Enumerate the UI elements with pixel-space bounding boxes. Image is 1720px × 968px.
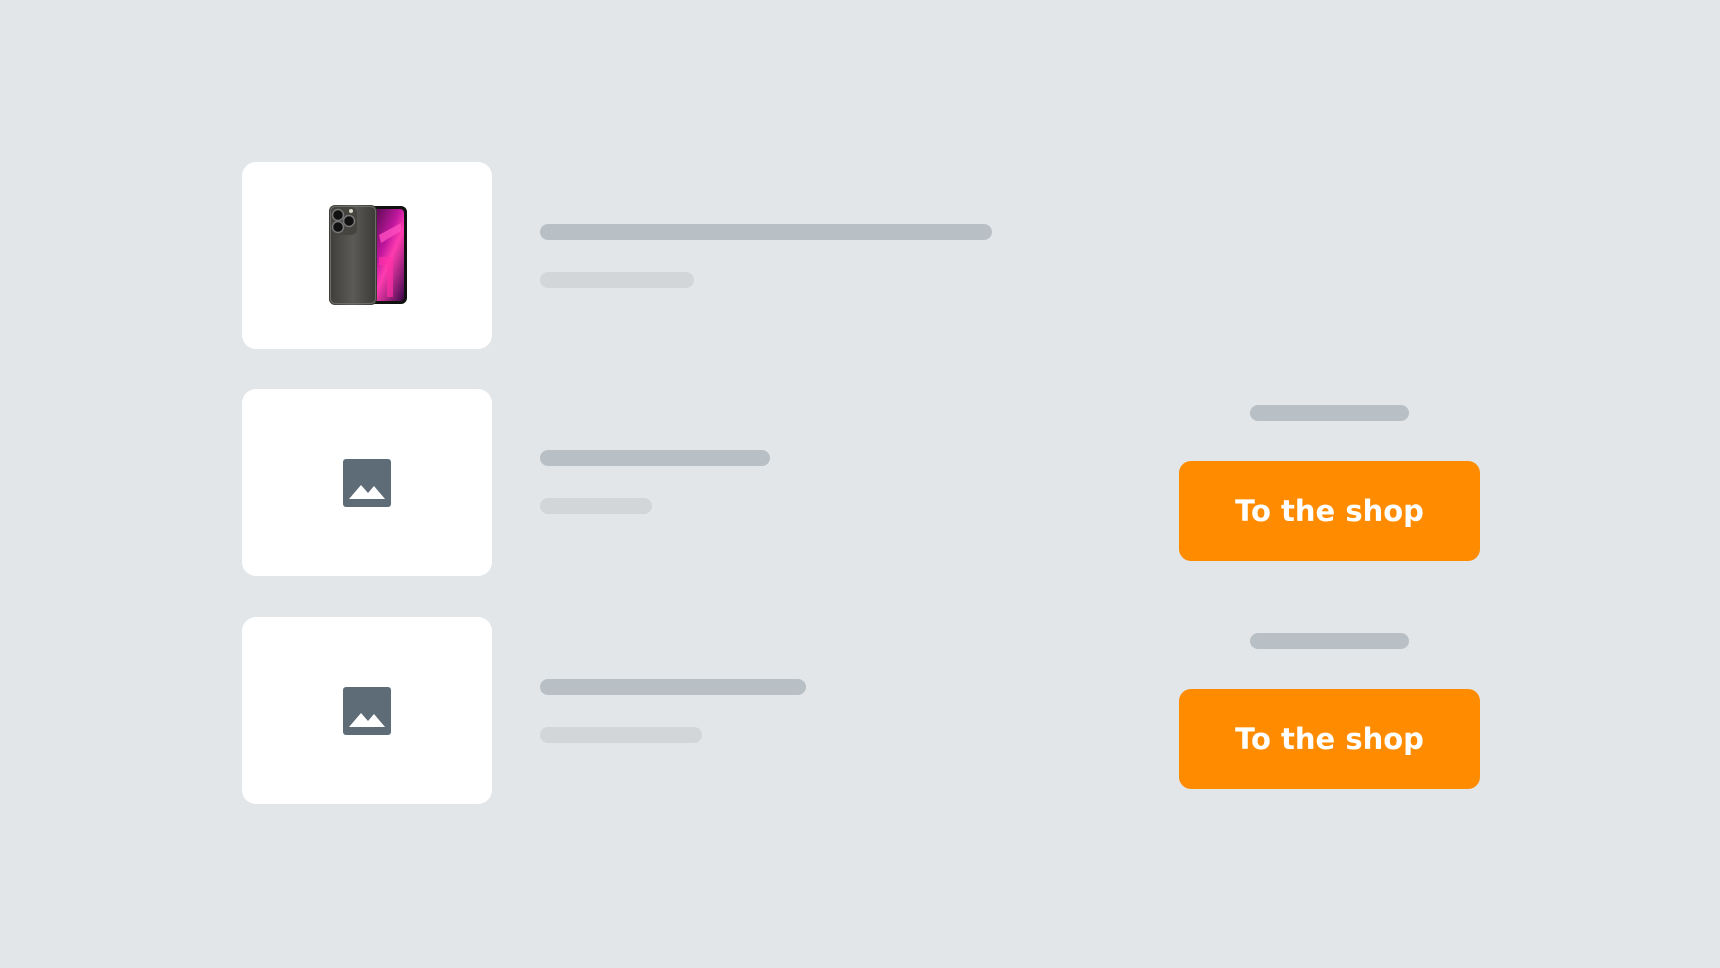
smartphone-image: [329, 205, 407, 305]
product-title-placeholder: [540, 224, 992, 240]
product-image-card: [242, 617, 492, 804]
product-subtitle-placeholder: [540, 498, 652, 514]
product-title-placeholder: [540, 679, 806, 695]
to-the-shop-button[interactable]: To the shop: [1179, 689, 1480, 789]
product-image-card: [242, 162, 492, 349]
product-subtitle-placeholder: [540, 272, 694, 288]
to-the-shop-button[interactable]: To the shop: [1179, 461, 1480, 561]
price-placeholder: [1250, 405, 1409, 421]
image-placeholder-icon: [343, 687, 391, 735]
product-image-card: [242, 389, 492, 576]
product-title-placeholder: [540, 450, 770, 466]
image-placeholder-icon: [343, 459, 391, 507]
button-label: To the shop: [1235, 494, 1424, 528]
button-label: To the shop: [1235, 722, 1424, 756]
price-placeholder: [1250, 633, 1409, 649]
product-subtitle-placeholder: [540, 727, 702, 743]
